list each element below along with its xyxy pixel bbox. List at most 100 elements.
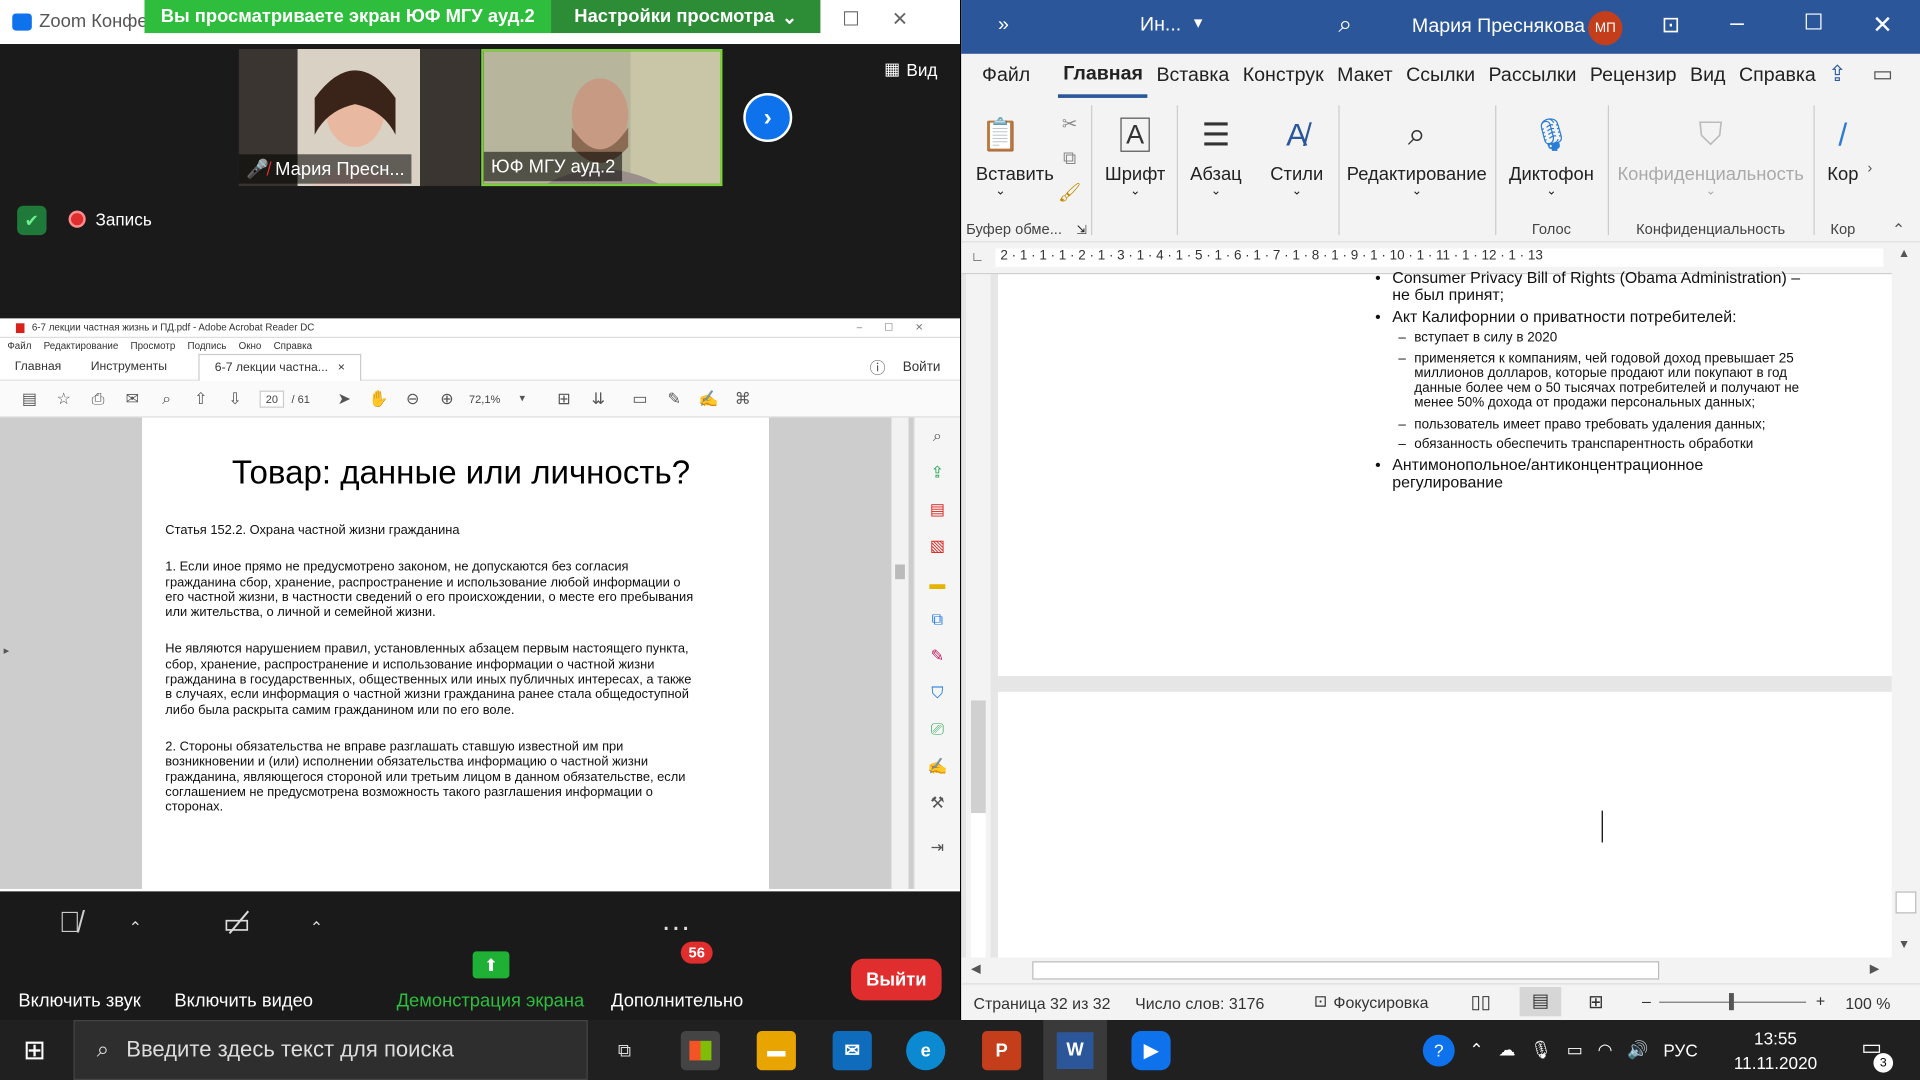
font-group[interactable]: A Шрифт ⌄ [1098, 98, 1171, 242]
styles-group[interactable]: A̸ Стили ⌄ [1260, 98, 1333, 242]
zoom-search-icon[interactable]: ⌕ [149, 389, 183, 409]
next-page-button[interactable]: › [743, 93, 793, 143]
file-explorer-icon[interactable]: ▬ [756, 1031, 796, 1071]
scan-icon[interactable]: ⎚ [915, 711, 960, 748]
zoom-out-icon[interactable]: ⊖ [396, 389, 430, 409]
security-shield-icon[interactable]: ✔ [17, 205, 47, 236]
page-up-icon[interactable]: ⇧ [184, 389, 218, 409]
more-dots-icon[interactable]: ··· [661, 911, 690, 945]
menu-file[interactable]: Файл [7, 340, 31, 351]
share-screen-icon[interactable]: ⬆ [472, 951, 510, 979]
paste-icon[interactable]: 📋 [976, 105, 1025, 164]
horizontal-scrollbar[interactable]: ◀ ▶ [961, 957, 1892, 984]
window-controls-icon[interactable]: –☐✕ [857, 322, 946, 333]
zoom-taskbar-icon[interactable]: ▶ [1131, 1031, 1171, 1071]
menu-edit[interactable]: Редактирование [44, 340, 119, 351]
ribbon-display-icon[interactable]: ⊡ [1662, 12, 1680, 38]
edge-icon[interactable]: e [906, 1031, 946, 1071]
task-view-icon[interactable]: ⧉ [605, 1031, 644, 1070]
paragraph-group[interactable]: ☰ Абзац ⌄ [1182, 98, 1251, 242]
tab-selector-icon[interactable]: ∟ [971, 250, 984, 265]
menu-view[interactable]: Просмотр [131, 340, 176, 351]
close-icon[interactable]: × [338, 361, 345, 374]
left-panel-toggle-icon[interactable]: ▸ [4, 644, 10, 657]
volume-icon[interactable]: 🔊 [1627, 1040, 1648, 1061]
zoom-level[interactable]: 100 % [1845, 994, 1890, 1012]
zoom-in-icon[interactable]: ⊕ [430, 389, 464, 409]
scroll-left-icon[interactable]: ◀ [971, 962, 980, 975]
store-icon[interactable] [680, 1031, 721, 1071]
vertical-ruler[interactable] [966, 274, 991, 958]
share-screen-button[interactable]: Демонстрация экрана [396, 991, 586, 1012]
combine-files-icon[interactable]: ⧉ [915, 601, 960, 638]
protect-icon[interactable]: ⛉ [915, 675, 960, 712]
tab-tools[interactable]: Инструменты [76, 353, 182, 380]
video-options-chevron-icon[interactable]: ⌃ [310, 918, 323, 938]
zoom-out-icon[interactable]: – [1642, 992, 1651, 1010]
status-page[interactable]: Страница 32 из 32 [973, 994, 1110, 1012]
tab-home[interactable]: Главная [1058, 54, 1148, 98]
focus-button[interactable]: ⊡ Фокусировка [1314, 992, 1429, 1012]
avatar[interactable]: МП [1588, 11, 1623, 46]
mic-muted-icon[interactable]: 🎙̸ [59, 906, 81, 940]
page-number-input[interactable]: 20 [259, 390, 285, 408]
document-page-1[interactable]: • Consumer Privacy Bill of Rights (Obama … [997, 269, 1892, 676]
close-icon[interactable]: ✕ [882, 7, 919, 31]
menu-help[interactable]: Справка [274, 340, 312, 351]
hand-tool-icon[interactable]: ✋ [361, 389, 395, 409]
view-settings-button[interactable]: Настройки просмотра ⌄ [551, 0, 821, 34]
scroll-right-icon[interactable]: ▶ [1870, 962, 1879, 975]
more-group[interactable]: / Кор Кор [1818, 98, 1867, 242]
tab-design[interactable]: Конструк [1238, 54, 1329, 98]
collapse-ribbon-icon[interactable]: ⌃ [1892, 220, 1905, 240]
tab-mailings[interactable]: Рассылки [1484, 54, 1582, 98]
zoom-in-icon[interactable]: + [1816, 992, 1825, 1010]
participant-tile-2[interactable]: ЮФ МГУ ауд.2 [481, 48, 723, 187]
help-icon[interactable]: ⓘ [870, 355, 886, 378]
cut-icon[interactable]: ✂ [1058, 108, 1081, 142]
collapse-pane-icon[interactable]: ⇥ [915, 829, 960, 866]
language-indicator[interactable]: РУС [1663, 1040, 1697, 1060]
document-area[interactable]: • Consumer Privacy Bill of Rights (Obama … [961, 269, 1892, 958]
tab-references[interactable]: Ссылки [1401, 54, 1480, 98]
copy-icon[interactable]: ⧉ [1058, 142, 1081, 176]
stamp-icon[interactable]: ⌘ [726, 389, 760, 409]
comment-tool-icon[interactable]: ▬ [915, 564, 960, 601]
chevron-up-icon[interactable]: ⌃ [1469, 1040, 1483, 1061]
unmute-button[interactable]: Включить звук [15, 991, 145, 1012]
tab-layout[interactable]: Макет [1332, 54, 1397, 98]
user-name[interactable]: Мария Преснякова [1412, 16, 1585, 38]
cloud-icon[interactable]: ☁ [1498, 1040, 1515, 1061]
status-word-count[interactable]: Число слов: 3176 [1135, 994, 1264, 1012]
chevron-down-icon[interactable]: ▾ [1194, 12, 1203, 33]
comments-icon[interactable]: ▭ [1872, 61, 1893, 87]
document-page-2[interactable] [997, 691, 1892, 958]
read-mode-icon[interactable]: ▯▯ [1471, 991, 1491, 1013]
editing-group[interactable]: ⌕ Редактирование ⌄ [1343, 98, 1490, 242]
windows-start-icon[interactable]: ⊞ [23, 1035, 46, 1067]
save-icon[interactable]: ▤ [12, 389, 46, 409]
print-icon[interactable]: ⎙ [81, 389, 115, 409]
scroll-down-icon[interactable]: ▼ [1898, 938, 1910, 951]
scroll-up-icon[interactable]: ▲ [1898, 247, 1910, 260]
view-button[interactable]: ▦ Вид [884, 59, 937, 80]
quick-access-chevron-icon[interactable]: » [998, 15, 1009, 37]
paste-button[interactable]: Вставить [976, 164, 1054, 185]
participant-tile-1[interactable]: 🎤̸ Мария Пресн... [238, 48, 481, 187]
sign-icon[interactable]: ✍ [691, 389, 725, 409]
comment-icon[interactable]: ▭ [623, 389, 657, 409]
vertical-scrollbar[interactable]: ▲ ▼ [1891, 242, 1920, 958]
edit-pdf-icon[interactable]: ▧ [915, 528, 960, 565]
close-icon[interactable]: ✕ [1872, 10, 1893, 41]
format-painter-icon[interactable]: 🖌 [1058, 176, 1081, 210]
print-layout-icon[interactable]: ▤ [1519, 986, 1562, 1017]
more-tools-icon[interactable]: ⚒ [915, 785, 960, 822]
send-for-signature-icon[interactable]: ✍ [915, 748, 960, 785]
zoom-slider-thumb[interactable] [1728, 993, 1734, 1011]
chevron-down-icon[interactable]: ▾ [505, 392, 539, 405]
tab-insert[interactable]: Вставка [1152, 54, 1235, 98]
clock[interactable]: 13:55 11.11.2020 [1734, 1026, 1817, 1075]
video-off-icon[interactable]: ▭̸ [223, 906, 251, 942]
pdf-scrollbar[interactable] [891, 417, 909, 889]
create-pdf-icon[interactable]: ▤ [915, 491, 960, 528]
